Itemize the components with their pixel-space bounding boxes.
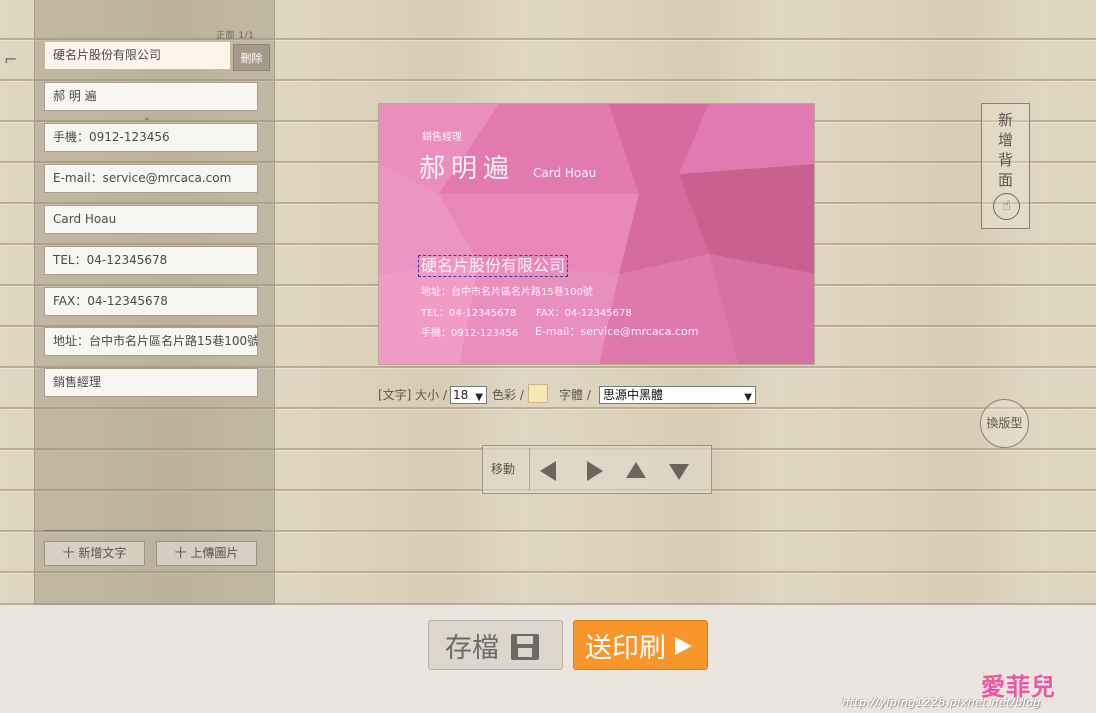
field-marker: [145, 118, 149, 120]
text-field-mobile[interactable]: 手機：0912-123456: [44, 123, 258, 152]
text-field-email[interactable]: E-mail：service@mrcaca.com: [44, 164, 258, 193]
text-field-company[interactable]: 硬名片股份有限公司: [44, 41, 231, 70]
font-family-value: 思源中黑體: [603, 388, 664, 402]
panel-curl-icon: ⌐: [4, 50, 18, 69]
watermark-url: http://yiping1228.pixnet.net/blog: [842, 696, 1041, 709]
card-tel[interactable]: TEL：04-12345678: [421, 304, 516, 319]
card-company-name[interactable]: 硬名片股份有限公司: [418, 255, 569, 277]
card-person-name[interactable]: 郝明遍: [419, 148, 515, 185]
card-job-title[interactable]: 銷售經理: [422, 128, 462, 143]
card-mobile[interactable]: 手機：0912-123456: [421, 324, 518, 339]
text-size-label: [文字] 大小 /: [378, 388, 448, 402]
move-separator: [529, 448, 530, 491]
text-field-tel[interactable]: TEL：04-12345678: [44, 246, 258, 275]
chevron-down-icon: ▼: [475, 392, 483, 403]
change-layout-button[interactable]: 換版型: [980, 399, 1029, 448]
text-field-english-name[interactable]: Card Hoau: [44, 205, 258, 234]
font-label: 字體 /: [559, 388, 591, 402]
card-address[interactable]: 地址：台中市名片區名片路15巷100號: [421, 283, 593, 298]
hand-pointer-icon: ☝: [993, 193, 1020, 220]
delete-button[interactable]: 刪除: [233, 44, 270, 71]
save-button[interactable]: 存檔: [428, 620, 563, 670]
print-label: 送印刷: [585, 633, 666, 664]
color-label: 色彩 /: [492, 388, 524, 402]
send-to-print-button[interactable]: 送印刷: [573, 620, 708, 670]
down-arrow-icon[interactable]: [669, 464, 689, 480]
text-field-title[interactable]: 銷售經理: [44, 368, 258, 397]
card-email[interactable]: E-mail：service@mrcaca.com: [535, 323, 698, 339]
font-size-select[interactable]: 18 ▼: [450, 386, 487, 404]
text-color-swatch[interactable]: [528, 384, 548, 403]
add-text-button[interactable]: 十 新增文字: [44, 541, 145, 566]
page-indicator: 正面 1/1: [216, 31, 255, 41]
card-english-name[interactable]: Card Hoau: [533, 166, 596, 180]
save-label: 存檔: [445, 633, 499, 664]
floppy-disk-icon: [511, 634, 539, 660]
font-family-select[interactable]: 思源中黑體 ▼: [599, 386, 756, 404]
add-back-label: 新 增 背 面: [997, 111, 1013, 189]
text-field-name[interactable]: 郝 明 遍: [44, 82, 258, 111]
play-arrow-icon: [675, 637, 692, 655]
card-fax[interactable]: FAX：04-12345678: [536, 304, 632, 319]
up-arrow-icon[interactable]: [626, 462, 646, 478]
upload-image-button[interactable]: 十 上傳圖片: [156, 541, 257, 566]
font-size-value: 18: [453, 388, 469, 402]
move-label: 移動: [491, 462, 516, 476]
text-field-fax[interactable]: FAX：04-12345678: [44, 287, 258, 316]
move-controls: 移動: [482, 445, 712, 494]
add-back-side-button[interactable]: 新 增 背 面 ☝: [981, 103, 1030, 229]
chevron-down-icon: ▼: [744, 392, 752, 403]
text-field-address[interactable]: 地址：台中市名片區名片路15巷100號: [44, 327, 258, 356]
right-arrow-icon[interactable]: [587, 461, 603, 481]
business-card-preview[interactable]: 銷售經理 郝明遍 Card Hoau 硬名片股份有限公司 地址：台中市名片區名片…: [378, 103, 815, 365]
left-arrow-icon[interactable]: [540, 461, 556, 481]
panel-divider: [44, 530, 262, 531]
